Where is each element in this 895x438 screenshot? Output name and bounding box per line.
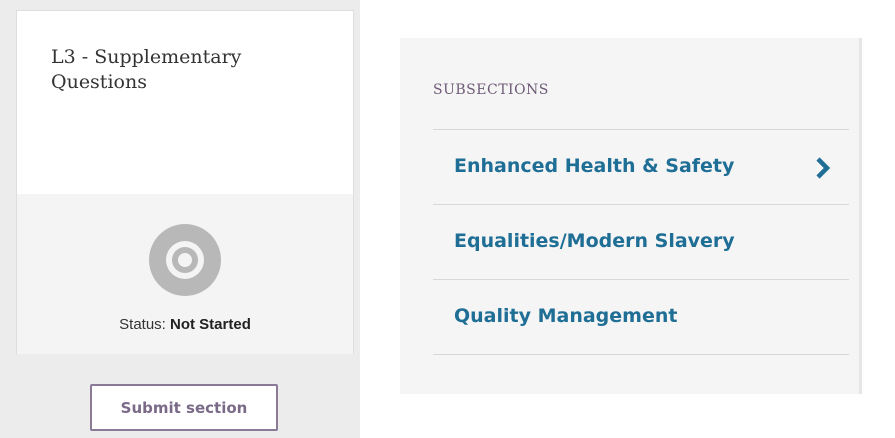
submit-section-button[interactable]: Submit section bbox=[90, 384, 278, 431]
subsection-item-quality-management[interactable]: Quality Management bbox=[433, 280, 849, 355]
section-card: L3 - Supplementary Questions Status: Not… bbox=[16, 10, 354, 354]
chevron-right-icon[interactable] bbox=[811, 156, 835, 180]
subsection-label[interactable]: Enhanced Health & Safety bbox=[454, 155, 734, 177]
section-title: L3 - Supplementary Questions bbox=[51, 46, 242, 93]
status-value: Not Started bbox=[170, 316, 251, 333]
subsection-label[interactable]: Equalities/Modern Slavery bbox=[454, 230, 735, 252]
status-line: Status: Not Started bbox=[17, 316, 353, 333]
status-label: Status: bbox=[119, 316, 166, 333]
subsection-item-equalities-modern-slavery[interactable]: Equalities/Modern Slavery bbox=[433, 205, 849, 280]
section-panel: L3 - Supplementary Questions Status: Not… bbox=[0, 0, 360, 438]
card-header: L3 - Supplementary Questions bbox=[17, 11, 353, 194]
subsection-item-enhanced-health-safety[interactable]: Enhanced Health & Safety bbox=[433, 130, 849, 205]
subsections-list: Enhanced Health & Safety Equalities/Mode… bbox=[433, 129, 849, 355]
not-started-ring-icon bbox=[149, 224, 221, 296]
subsection-label[interactable]: Quality Management bbox=[454, 305, 677, 327]
status-area: Status: Not Started bbox=[17, 194, 353, 354]
subsections-heading: SUBSECTIONS bbox=[433, 82, 549, 98]
subsections-panel: SUBSECTIONS Enhanced Health & Safety Equ… bbox=[400, 38, 862, 394]
